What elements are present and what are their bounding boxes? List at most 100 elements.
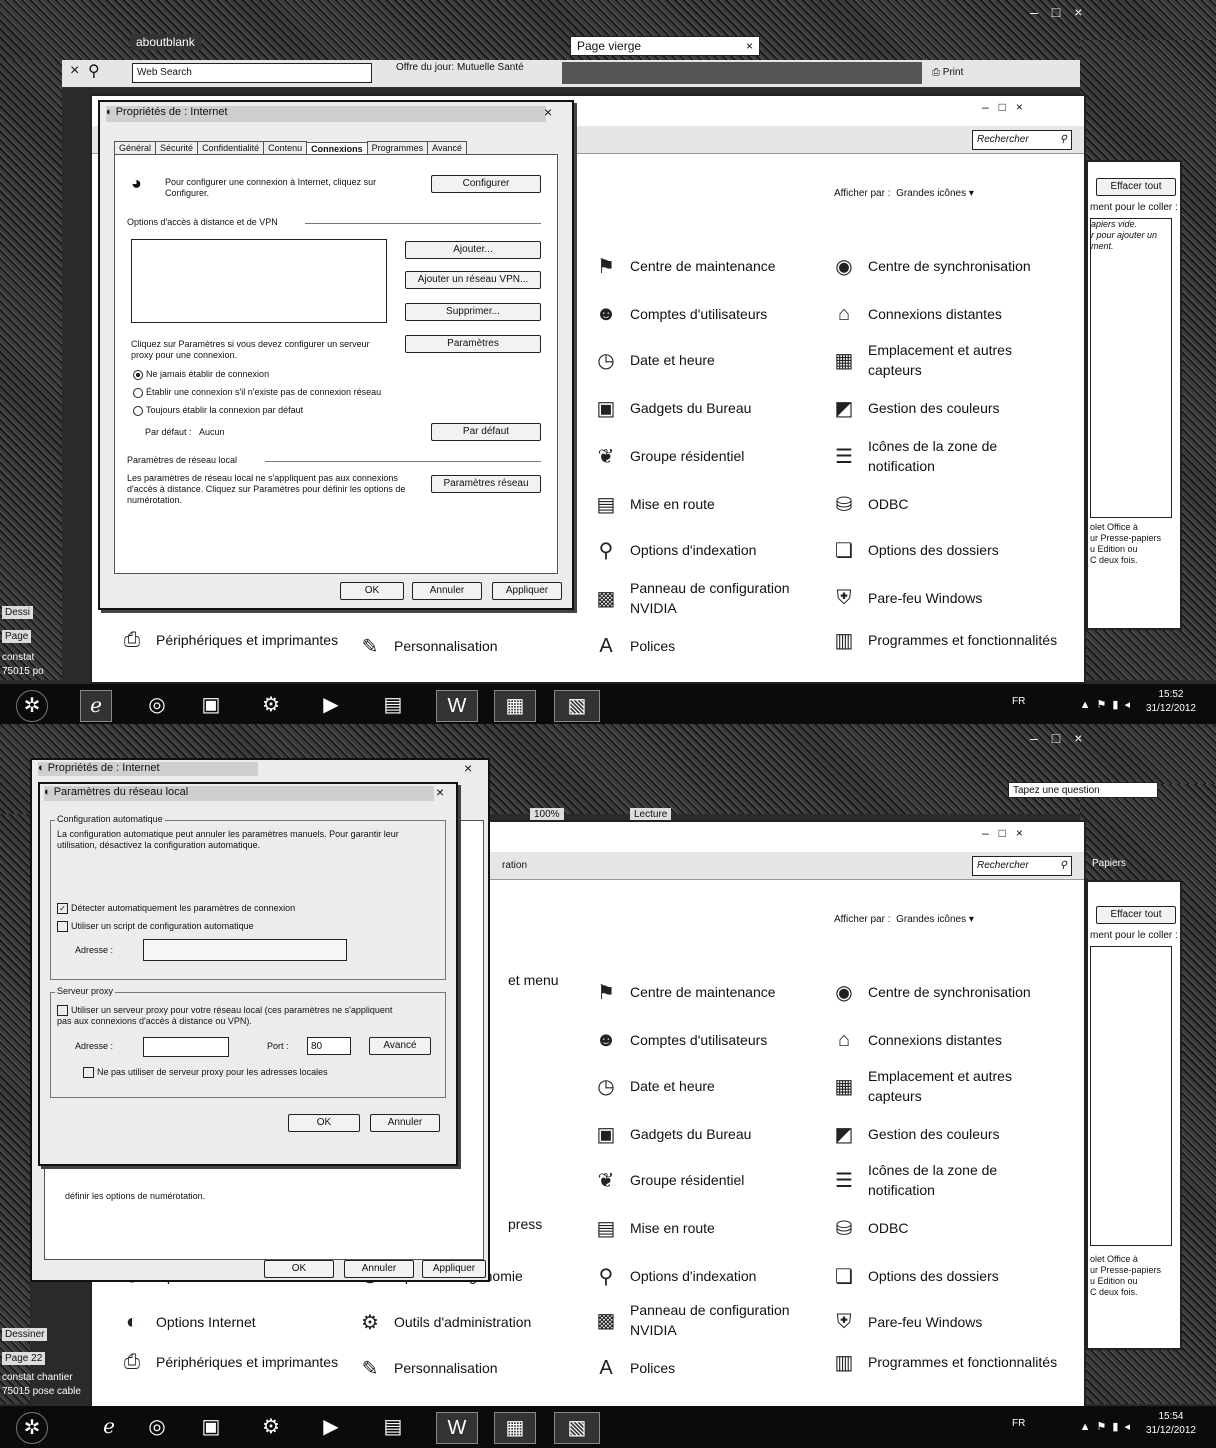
- cp-item-maintenance[interactable]: ⚑ Centre de maintenance: [592, 978, 776, 1006]
- ok-button[interactable]: OK: [340, 582, 404, 600]
- cp-item-firewall[interactable]: ⛨ Pare-feu Windows: [830, 1308, 983, 1336]
- internet-explorer-icon[interactable]: ℯ: [94, 1412, 124, 1442]
- partial-item-express[interactable]: press: [508, 1216, 542, 1232]
- use-proxy-checkbox[interactable]: Utiliser un serveur proxy pour votre rés…: [57, 1005, 407, 1027]
- apply-button[interactable]: Appliquer: [422, 1260, 486, 1278]
- cp-item-odbc[interactable]: ⛁ ODBC: [830, 490, 909, 518]
- lan-settings-button[interactable]: Paramètres réseau: [431, 475, 541, 493]
- word-icon[interactable]: W: [436, 690, 478, 722]
- cp-item-remote[interactable]: ⌂ Connexions distantes: [830, 300, 1002, 328]
- add-vpn-button[interactable]: Ajouter un réseau VPN...: [405, 271, 541, 289]
- cancel-button[interactable]: Annuler: [370, 1114, 440, 1132]
- radio-if-no-network[interactable]: Établir une connexion s'il n'existe pas …: [133, 387, 381, 398]
- cp-item-folders[interactable]: ❏ Options des dossiers: [830, 1262, 999, 1290]
- internet-explorer-icon[interactable]: ℯ: [80, 690, 112, 722]
- cp-item-programs[interactable]: ▥ Programmes et fonctionnalités: [830, 1348, 1058, 1376]
- cp-item-indexing[interactable]: ⚲ Options d'indexation: [592, 536, 757, 564]
- search-app-icon[interactable]: ◎: [142, 690, 172, 720]
- auto-script-checkbox[interactable]: Utiliser un script de configuration auto…: [57, 921, 254, 933]
- cp-item-indexing[interactable]: ⚲ Options d'indexation: [592, 1262, 757, 1290]
- print-button[interactable]: ⎙ Print: [932, 67, 963, 78]
- cp-item-gadgets[interactable]: ▣ Gadgets du Bureau: [592, 1120, 752, 1148]
- tray-icons[interactable]: ▲⚑▮◂: [1080, 1420, 1136, 1433]
- cp-item-firewall[interactable]: ⛨ Pare-feu Windows: [830, 584, 983, 612]
- script-address-input[interactable]: [143, 939, 347, 961]
- view-by-value[interactable]: Grandes icônes: [896, 914, 966, 925]
- cp-item-nvidia[interactable]: ▩ Panneau de configuration NVIDIA: [592, 578, 820, 618]
- cp-item-date[interactable]: ◷ Date et heure: [592, 1072, 715, 1100]
- port-input[interactable]: 80: [307, 1037, 351, 1055]
- tab-advanced[interactable]: Avancé: [427, 141, 468, 154]
- cp-item-tray-icons[interactable]: ☰ Icônes de la zone de notification: [830, 1160, 1058, 1200]
- close-icon[interactable]: ×: [464, 760, 472, 776]
- cp-item-homegroup[interactable]: ❦ Groupe résidentiel: [592, 1166, 745, 1194]
- ok-button[interactable]: OK: [264, 1260, 334, 1278]
- remove-button[interactable]: Supprimer...: [405, 303, 541, 321]
- clipboard-list[interactable]: apiers vide. r pour ajouter un ment.: [1090, 218, 1172, 518]
- cp-item-internet-options[interactable]: ◐ Options Internet: [118, 1308, 256, 1336]
- calculator-icon[interactable]: ▤: [378, 690, 408, 720]
- gear-app-icon[interactable]: ⚙: [256, 690, 286, 720]
- internet-options-icon[interactable]: ▧: [554, 690, 600, 722]
- cp-item-devices[interactable]: ⎙ Périphériques et imprimantes: [118, 626, 338, 654]
- cp-item-gadgets[interactable]: ▣ Gadgets du Bureau: [592, 394, 752, 422]
- apply-button[interactable]: Appliquer: [492, 582, 562, 600]
- player-icon[interactable]: ▶: [316, 690, 346, 720]
- cp-item-sync[interactable]: ◉ Centre de synchronisation: [830, 978, 1030, 1006]
- clear-all-button[interactable]: Effacer tout: [1096, 178, 1176, 196]
- close-icon[interactable]: ×: [544, 104, 552, 120]
- search-control-panel-input[interactable]: Rechercher ⚲: [972, 130, 1072, 150]
- control-panel-window-controls[interactable]: –□×: [982, 100, 1033, 114]
- set-default-button[interactable]: Par défaut: [431, 423, 541, 441]
- address-path[interactable]: ration: [502, 860, 527, 871]
- gear-app-icon[interactable]: ⚙: [256, 1412, 286, 1442]
- tray-icons[interactable]: ▲⚑▮◂: [1080, 698, 1136, 711]
- cp-item-programs[interactable]: ▥ Programmes et fonctionnalités: [830, 626, 1058, 654]
- cp-item-users[interactable]: ☻ Comptes d'utilisateurs: [592, 1026, 767, 1054]
- window-controls[interactable]: –□×: [1030, 730, 1096, 746]
- cp-item-nvidia[interactable]: ▩ Panneau de configuration NVIDIA: [592, 1300, 820, 1340]
- window-controls[interactable]: –□×: [1030, 4, 1096, 20]
- cp-item-colors[interactable]: ◩ Gestion des couleurs: [830, 1120, 1000, 1148]
- connections-list[interactable]: [131, 239, 387, 323]
- clock[interactable]: 15:54 31/12/2012: [1146, 1410, 1196, 1438]
- clock[interactable]: 15:52 31/12/2012: [1146, 688, 1196, 716]
- cp-item-odbc[interactable]: ⛁ ODBC: [830, 1214, 909, 1242]
- cp-item-users[interactable]: ☻ Comptes d'utilisateurs: [592, 300, 767, 328]
- cp-item-homegroup[interactable]: ❦ Groupe résidentiel: [592, 442, 745, 470]
- detect-settings-checkbox[interactable]: ✓ Détecter automatiquement les paramètres…: [57, 903, 295, 915]
- draw-menu[interactable]: Dessi: [2, 606, 34, 619]
- search-icon[interactable]: ⚲: [88, 61, 100, 81]
- browser-tab-page-vierge[interactable]: Page vierge ×: [570, 36, 760, 56]
- cp-item-remote[interactable]: ⌂ Connexions distantes: [830, 1026, 1002, 1054]
- control-panel-window-controls[interactable]: –□×: [982, 826, 1033, 840]
- offer-link[interactable]: Offre du jour: Mutuelle Santé: [396, 62, 546, 73]
- control-panel-icon[interactable]: ▦: [494, 690, 536, 722]
- internet-options-icon[interactable]: ▧: [554, 1412, 600, 1444]
- radio-always[interactable]: Toujours établir la connexion par défaut: [133, 405, 303, 416]
- proxy-address-input[interactable]: [143, 1037, 229, 1057]
- toolbar-icons-strip[interactable]: [562, 62, 922, 84]
- bypass-local-checkbox[interactable]: Ne pas utiliser de serveur proxy pour le…: [83, 1067, 328, 1079]
- cp-item-colors[interactable]: ◩ Gestion des couleurs: [830, 394, 1000, 422]
- ask-question-input[interactable]: Tapez une question: [1008, 782, 1158, 798]
- cp-item-admin-tools[interactable]: ⚙ Outils d'administration: [356, 1308, 531, 1336]
- close-toolbar-icon[interactable]: ×: [70, 62, 79, 80]
- cancel-button[interactable]: Annuler: [344, 1260, 414, 1278]
- cp-item-date[interactable]: ◷ Date et heure: [592, 346, 715, 374]
- tab-programs[interactable]: Programmes: [366, 141, 429, 154]
- search-app-icon[interactable]: ◎: [142, 1412, 172, 1442]
- clear-all-button[interactable]: Effacer tout: [1096, 906, 1176, 924]
- tab-security[interactable]: Sécurité: [155, 141, 199, 154]
- media-icon[interactable]: ▣: [196, 1412, 226, 1442]
- cp-item-personalization[interactable]: ✎ Personnalisation: [356, 632, 498, 660]
- cp-item-fonts[interactable]: A Polices: [592, 632, 675, 660]
- clipboard-list[interactable]: [1090, 946, 1172, 1246]
- word-icon[interactable]: W: [436, 1412, 478, 1444]
- cp-item-getting-started[interactable]: ▤ Mise en route: [592, 1214, 715, 1242]
- cp-item-personalization[interactable]: ✎ Personnalisation: [356, 1354, 498, 1382]
- start-button-icon[interactable]: ✲: [16, 690, 48, 722]
- tab-general[interactable]: Général: [114, 141, 157, 154]
- language-indicator[interactable]: FR: [1012, 696, 1025, 707]
- view-by[interactable]: Afficher par : Grandes icônes ▾: [834, 188, 974, 199]
